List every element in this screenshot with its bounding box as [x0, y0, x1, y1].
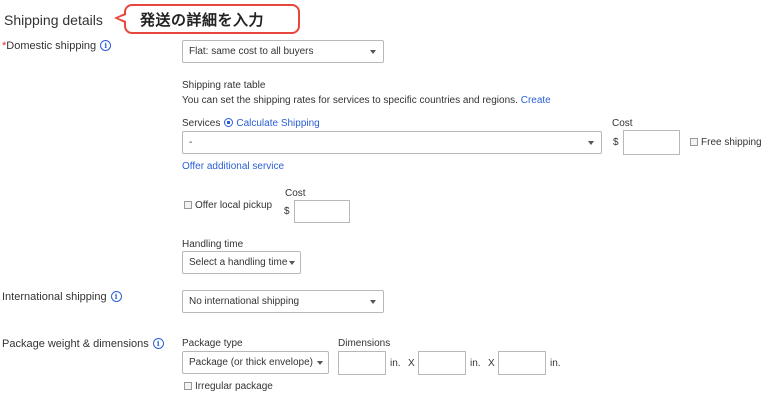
chevron-down-icon [370, 299, 376, 304]
international-shipping-text: International shipping [2, 291, 107, 303]
rate-table-description: You can set the shipping rates for servi… [182, 95, 518, 106]
chevron-down-icon [289, 260, 295, 265]
info-icon[interactable]: i [100, 40, 112, 51]
offer-additional-service-link[interactable]: Offer additional service [182, 161, 284, 172]
package-weight-label: Package weight & dimensions i [2, 338, 164, 350]
international-shipping-value: No international shipping [189, 296, 300, 307]
currency-symbol: $ [613, 137, 619, 148]
free-shipping-label: Free shipping [701, 137, 762, 148]
domestic-shipping-value: Flat: same cost to all buyers [189, 46, 314, 57]
handling-time-label: Handling time [182, 239, 244, 250]
chevron-down-icon [370, 49, 376, 54]
info-icon[interactable]: i [152, 338, 164, 349]
domestic-shipping-label: *Domestic shipping i [2, 40, 112, 52]
chevron-down-icon [588, 140, 594, 145]
domestic-shipping-select[interactable]: Flat: same cost to all buyers [182, 40, 384, 63]
dimension-separator-1: X [408, 358, 415, 369]
service-cost-input[interactable] [623, 130, 680, 155]
dimension-unit-1: in. [390, 358, 401, 369]
irregular-package-label: Irregular package [195, 381, 273, 392]
calculate-shipping-link[interactable]: Calculate Shipping [236, 118, 319, 129]
rate-table-description-line: You can set the shipping rates for servi… [182, 95, 551, 106]
handling-time-select[interactable]: Select a handling time [182, 251, 301, 274]
international-shipping-label: International shipping i [2, 291, 122, 303]
dimension-height-input[interactable] [498, 351, 546, 375]
services-cost-label: Cost [612, 118, 633, 129]
local-pickup-cost-label: Cost [285, 188, 306, 199]
dimensions-label: Dimensions [338, 338, 391, 349]
rate-table-title: Shipping rate table [182, 80, 266, 91]
package-weight-text: Package weight & dimensions [2, 338, 149, 350]
handling-time-value: Select a handling time [189, 257, 288, 268]
callout-pointer-inner [118, 15, 126, 21]
local-pickup-cost-input[interactable] [294, 200, 350, 223]
international-shipping-select[interactable]: No international shipping [182, 290, 384, 313]
package-type-value: Package (or thick envelope) [189, 357, 313, 368]
dimension-unit-3: in. [550, 358, 561, 369]
services-label-row: Services Calculate Shipping [182, 118, 320, 129]
local-pickup-currency: $ [284, 206, 290, 217]
domestic-shipping-text: Domestic shipping [6, 40, 97, 52]
section-title: Shipping details [4, 12, 103, 28]
offer-local-pickup-label: Offer local pickup [195, 200, 273, 211]
calculator-icon [224, 118, 234, 127]
package-type-label: Package type [182, 338, 243, 349]
package-type-select[interactable]: Package (or thick envelope) [182, 351, 329, 374]
chevron-down-icon [317, 360, 323, 365]
shipping-service-select[interactable]: - [182, 131, 602, 154]
irregular-package-checkbox[interactable] [184, 382, 192, 390]
dimension-unit-2: in. [470, 358, 481, 369]
shipping-service-value: - [189, 137, 193, 148]
dimension-width-input[interactable] [418, 351, 466, 375]
dimension-separator-2: X [488, 358, 495, 369]
annotation-callout: 発送の詳細を入力 [124, 4, 300, 34]
info-icon[interactable]: i [110, 291, 122, 302]
dimension-length-input[interactable] [338, 351, 386, 375]
callout-text: 発送の詳細を入力 [140, 10, 265, 29]
create-rate-table-link[interactable]: Create [521, 95, 551, 106]
services-label: Services [182, 118, 221, 129]
free-shipping-checkbox[interactable] [690, 138, 698, 146]
offer-local-pickup-checkbox[interactable] [184, 201, 192, 209]
